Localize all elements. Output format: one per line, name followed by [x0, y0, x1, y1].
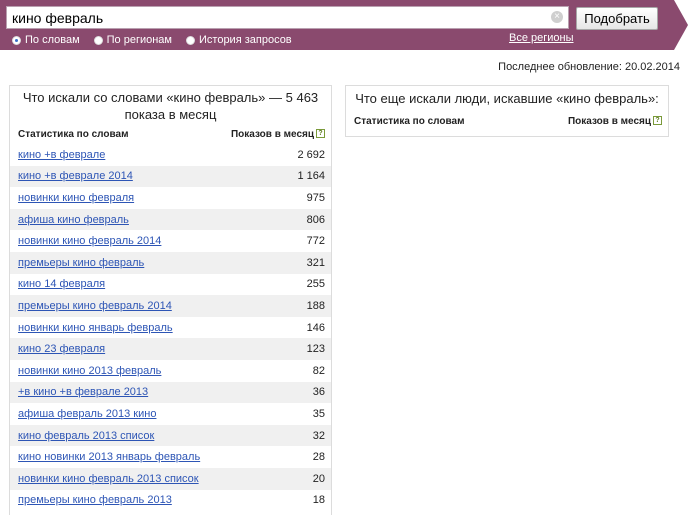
help-icon[interactable]: ?: [316, 129, 325, 139]
impressions-count: 975: [306, 191, 325, 204]
related-panel-title: Что еще искали люди, искавшие «кино февр…: [355, 91, 659, 106]
impressions-count: 188: [306, 299, 325, 312]
column-header-count-label: Показов в месяц: [230, 128, 314, 140]
column-header-phrase: Статистика по словам: [354, 115, 465, 127]
keyword-link[interactable]: кино новинки 2013 январь февраль: [18, 451, 200, 463]
impressions-count: 28: [312, 451, 325, 464]
mode-selector: По словам По регионам История запросов: [12, 33, 306, 47]
header-arrow-decoration: [674, 0, 688, 50]
impressions-count: 772: [306, 235, 325, 248]
impressions-count: 35: [312, 407, 325, 420]
all-regions-link[interactable]: Все регионы: [509, 32, 574, 44]
table-row: новинки кино февраль 2014 772: [10, 230, 331, 252]
impressions-count: 82: [312, 364, 325, 377]
keyword-link[interactable]: +в кино +в феврале 2013: [18, 386, 148, 398]
keywords-panel: Что искали со словами «кино февраль» — 5…: [9, 85, 332, 515]
mode-radio-regions[interactable]: По регионам: [93, 33, 172, 47]
mode-label: История запросов: [199, 34, 292, 46]
keyword-link[interactable]: новинки кино февраля: [18, 192, 134, 204]
keyword-link[interactable]: премьеры кино февраль 2013: [18, 494, 172, 506]
keyword-link[interactable]: новинки кино 2013 февраль: [18, 365, 161, 377]
mode-radio-history[interactable]: История запросов: [186, 33, 292, 47]
keyword-link[interactable]: новинки кино февраль 2014: [18, 235, 161, 247]
keyword-link[interactable]: кино февраль 2013 список: [18, 430, 154, 442]
impressions-count: 36: [312, 386, 325, 399]
impressions-count: 32: [312, 429, 325, 442]
table-row: кино 14 февраля 255: [10, 274, 331, 296]
last-update-text: Последнее обновление: 20.02.2014: [498, 61, 680, 73]
impressions-count: 1 164: [297, 170, 325, 183]
help-icon[interactable]: ?: [653, 116, 662, 126]
related-panel: Что еще искали люди, искавшие «кино февр…: [345, 85, 669, 137]
radio-icon: [186, 35, 195, 45]
column-header-count: Показов в месяц?: [231, 129, 325, 140]
column-header-phrase: Статистика по словам: [18, 128, 129, 140]
clear-icon[interactable]: ×: [551, 11, 563, 23]
keyword-link[interactable]: премьеры кино февраль 2014: [18, 300, 172, 312]
table-row: афиша февраль 2013 кино 35: [10, 403, 331, 425]
impressions-count: 18: [312, 494, 325, 507]
table-row: афиша кино февраль 806: [10, 208, 331, 231]
table-row: новинки кино февраля 975: [10, 187, 331, 209]
table-row: премьеры кино февраль 2013 18: [10, 490, 331, 512]
impressions-count: 321: [306, 256, 325, 269]
keyword-link[interactable]: кино 23 февраля: [18, 343, 105, 355]
keyword-link[interactable]: кино 14 февраля: [18, 278, 105, 290]
keyword-link[interactable]: новинки кино январь февраль: [18, 322, 173, 334]
search-header: × Подобрать По словам По регионам Истори…: [0, 0, 688, 50]
keywords-panel-title: Что искали со словами «кино февраль» — 5…: [22, 90, 319, 122]
table-row: кино +в феврале 2014 1 164: [10, 165, 331, 188]
column-header-count: Показов в месяц?: [568, 116, 662, 127]
radio-icon: [93, 35, 103, 45]
keywords-table-header: Статистика по словам Показов в месяц?: [10, 128, 331, 140]
impressions-count: 2 692: [297, 148, 325, 161]
impressions-count: 20: [312, 472, 325, 485]
submit-button[interactable]: Подобрать: [576, 7, 658, 30]
keyword-link[interactable]: кино +в феврале: [18, 149, 105, 161]
table-row: премьеры кино февраль 2014 188: [10, 295, 331, 317]
keywords-table-body: кино +в феврале 2 692 кино +в феврале 2014…: [10, 144, 331, 511]
keyword-link[interactable]: афиша февраль 2013 кино: [18, 408, 156, 420]
mode-label: По словам: [25, 34, 80, 46]
radio-selected-icon: [12, 35, 21, 45]
search-box: ×: [6, 6, 569, 29]
table-row: премьеры кино февраль 321: [10, 251, 331, 274]
mode-radio-words[interactable]: По словам: [12, 33, 80, 47]
table-row: новинки кино 2013 февраль 82: [10, 360, 331, 382]
keyword-link[interactable]: премьеры кино февраль: [18, 257, 144, 269]
table-row: +в кино +в феврале 2013 36: [10, 381, 331, 404]
keyword-link[interactable]: новинки кино февраль 2013 список: [18, 473, 199, 485]
keyword-link[interactable]: кино +в феврале 2014: [18, 170, 133, 182]
table-row: кино 23 февраля 123: [10, 338, 331, 360]
table-row: кино февраль 2013 список 32: [10, 424, 331, 447]
related-table-header: Статистика по словам Показов в месяц?: [346, 115, 668, 127]
mode-label: По регионам: [106, 34, 172, 46]
table-row: новинки кино январь февраль 146: [10, 317, 331, 339]
impressions-count: 255: [306, 278, 325, 291]
impressions-count: 806: [306, 213, 325, 226]
search-input[interactable]: [7, 7, 537, 28]
keyword-link[interactable]: афиша кино февраль: [18, 214, 129, 226]
column-header-count-label: Показов в месяц: [567, 115, 651, 127]
impressions-count: 146: [306, 321, 325, 334]
table-row: кино новинки 2013 январь февраль 28: [10, 446, 331, 468]
table-row: кино +в феврале 2 692: [10, 144, 331, 166]
table-row: новинки кино февраль 2013 список 20: [10, 467, 331, 490]
impressions-count: 123: [306, 343, 325, 356]
